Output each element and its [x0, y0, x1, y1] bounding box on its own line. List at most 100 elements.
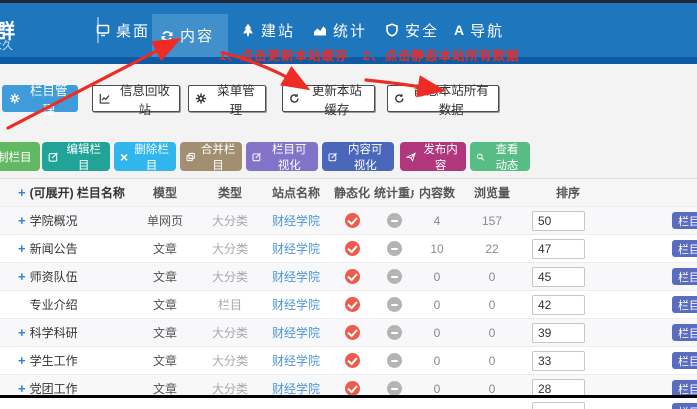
- search-icon: [476, 151, 485, 163]
- expand-plus-icon[interactable]: +: [18, 326, 26, 339]
- minus-icon: [391, 276, 398, 278]
- expand-plus-icon[interactable]: +: [18, 354, 26, 367]
- header-sort: 排序: [524, 184, 610, 201]
- sort-input[interactable]: [532, 323, 585, 343]
- stat-focus-off-icon[interactable]: [387, 297, 402, 312]
- site-name-link[interactable]: 财经学院: [262, 268, 330, 285]
- static-enabled-icon[interactable]: [345, 297, 360, 312]
- nav-item-content[interactable]: 内容: [152, 14, 228, 57]
- views-count: 0: [460, 382, 524, 396]
- static-enabled-icon[interactable]: [345, 325, 360, 340]
- gear-icon: [9, 92, 21, 105]
- edit-icon: [48, 151, 59, 163]
- column-type: 大分类: [198, 324, 262, 341]
- column-name: 学生工作: [30, 352, 78, 369]
- sort-input[interactable]: [532, 295, 585, 315]
- column-name: 新闻公告: [30, 240, 78, 257]
- info-recycle-bin-button[interactable]: 信息回收站: [92, 85, 180, 112]
- header-static: 静态化: [330, 184, 374, 201]
- view-dynamics-button[interactable]: 查看动态: [470, 142, 530, 171]
- column-model: 文章: [132, 296, 198, 313]
- sort-input[interactable]: [532, 402, 585, 409]
- static-enabled-icon[interactable]: [345, 353, 360, 368]
- stat-focus-off-icon[interactable]: [387, 381, 402, 396]
- header-site-name: 站点名称: [262, 184, 330, 201]
- sort-input[interactable]: [532, 211, 585, 231]
- column-publish-button[interactable]: 栏目发布: [672, 403, 697, 409]
- static-enabled-icon[interactable]: [345, 213, 360, 228]
- merge-columns-button[interactable]: 合并栏目: [180, 142, 242, 171]
- check-icon: [347, 354, 357, 365]
- stat-focus-off-icon[interactable]: [387, 213, 402, 228]
- expand-plus-icon[interactable]: +: [18, 270, 26, 283]
- static-all-data-button[interactable]: 静态本站所有数据: [387, 85, 499, 112]
- nav-item-desktop[interactable]: 桌面: [88, 3, 158, 57]
- stat-focus-off-icon[interactable]: [387, 353, 402, 368]
- stat-focus-off-icon[interactable]: [387, 325, 402, 340]
- header-content-count: 内容数: [414, 184, 460, 201]
- expand-all-plus-icon[interactable]: +: [18, 186, 26, 199]
- edit-column-button[interactable]: 编辑栏目: [42, 142, 110, 171]
- header-type: 类型: [198, 184, 262, 201]
- copy-column-button[interactable]: 复制栏目: [0, 142, 40, 171]
- minus-icon: [391, 248, 398, 250]
- column-publish-button[interactable]: 栏目发布: [672, 352, 697, 369]
- minus-icon: [391, 360, 398, 362]
- column-name: 科学科研: [30, 324, 78, 341]
- site-name-link[interactable]: 财经学院: [262, 324, 330, 341]
- sort-input[interactable]: [532, 267, 585, 287]
- x-icon: ×: [120, 150, 128, 164]
- font-a-icon: A: [454, 22, 464, 38]
- column-type: 大分类: [198, 240, 262, 257]
- views-count: 0: [460, 298, 524, 312]
- sort-input[interactable]: [532, 239, 585, 259]
- table-row: + 学生工作 文章 大分类 财经学院 0 0 栏目发布: [0, 347, 697, 375]
- column-publish-button[interactable]: 栏目发布: [672, 212, 697, 229]
- column-publish-button[interactable]: 栏目发布: [672, 268, 697, 285]
- site-name-link[interactable]: 财经学院: [262, 212, 330, 229]
- delete-column-button[interactable]: × 删除栏目: [114, 142, 176, 171]
- column-publish-button[interactable]: 栏目发布: [672, 296, 697, 313]
- publish-content-button[interactable]: 发布内容: [400, 142, 466, 171]
- expand-plus-icon[interactable]: +: [18, 214, 26, 227]
- button-label: 静态本站所有数据: [411, 80, 492, 118]
- content-count: 0: [414, 326, 460, 340]
- column-model: 文章: [132, 324, 198, 341]
- table-row: + 科学科研 文章 大分类 财经学院 0 0 栏目发布: [0, 319, 697, 347]
- column-publish-button[interactable]: 栏目发布: [672, 240, 697, 257]
- menu-manage-button[interactable]: 菜单管理: [188, 85, 266, 112]
- nav-item-label: 导航: [470, 20, 504, 41]
- column-visualize-button[interactable]: 栏目可视化: [246, 142, 318, 171]
- site-name-link[interactable]: 财经学院: [262, 352, 330, 369]
- expand-plus-icon[interactable]: +: [18, 242, 26, 255]
- column-model: 文章: [132, 352, 198, 369]
- stat-focus-off-icon[interactable]: [387, 241, 402, 256]
- static-enabled-icon[interactable]: [345, 241, 360, 256]
- desktop-icon: [96, 23, 110, 37]
- site-name-link[interactable]: 财经学院: [262, 296, 330, 313]
- cms-admin-page: 群 永久 桌面 内容 建站 统计 安全 A 导航 1、点击更新本站缓存 2: [0, 0, 697, 409]
- annotation-note-2: 2、点击静态本站所有数据: [363, 45, 519, 64]
- table-header-row: +(可展开) 栏目名称 模型 类型 站点名称 静态化 统计重点 内容数 浏览量 …: [0, 178, 697, 207]
- site-name-link[interactable]: 财经学院: [262, 240, 330, 257]
- static-enabled-icon[interactable]: [345, 381, 360, 396]
- button-label: 查看动态: [490, 141, 524, 173]
- column-publish-button[interactable]: 栏目发布: [672, 324, 697, 341]
- button-label: 内容可视化: [343, 141, 389, 173]
- sort-input[interactable]: [532, 351, 585, 371]
- top-navbar: 群 永久 桌面 内容 建站 统计 安全 A 导航: [0, 3, 697, 57]
- content-visualize-button[interactable]: 内容可视化: [322, 142, 394, 171]
- button-label: 菜单管理: [213, 80, 259, 118]
- site-logo-subtitle: 永久: [0, 37, 13, 53]
- column-type: 栏目: [198, 296, 262, 313]
- views-count: 157: [460, 214, 524, 228]
- update-site-cache-button[interactable]: 更新本站缓存: [282, 85, 375, 112]
- stat-focus-off-icon[interactable]: [387, 269, 402, 284]
- table-row: + 学院概况 单网页 大分类 财经学院 4 157 栏目发布: [0, 207, 697, 235]
- manage-columns-button[interactable]: 栏目管理: [2, 85, 78, 112]
- static-enabled-icon[interactable]: [345, 269, 360, 284]
- area-chart-icon: [313, 23, 327, 37]
- expand-plus-icon[interactable]: +: [18, 382, 26, 395]
- column-name: 专业介绍: [30, 296, 78, 313]
- shield-icon: [385, 23, 399, 37]
